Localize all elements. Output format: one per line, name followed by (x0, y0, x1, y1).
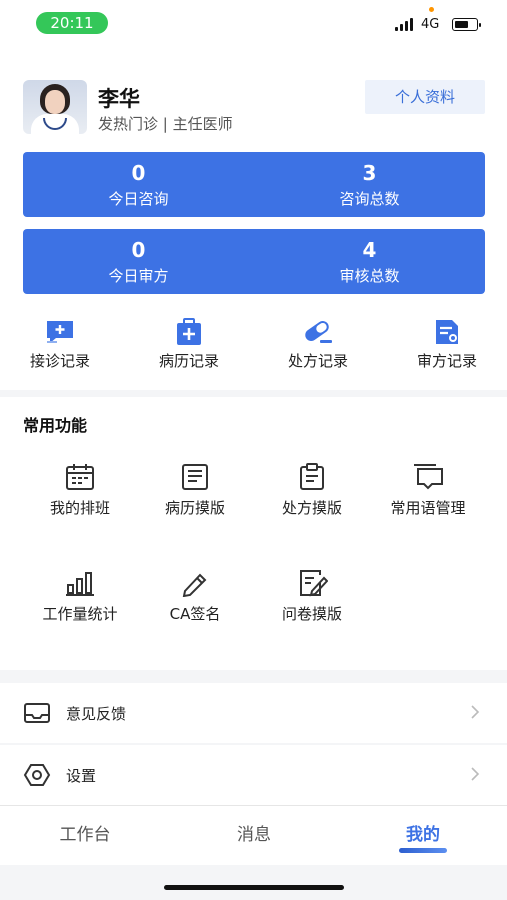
quick-action-label: 审方记录 (416, 352, 477, 370)
tab-messages[interactable]: 消息 (194, 820, 314, 845)
home-indicator-area (0, 865, 507, 900)
document-icon (182, 464, 208, 490)
chat-plus-icon (47, 321, 73, 343)
stat-value: 4 (362, 238, 377, 262)
feature-label: 病历摸版 (164, 499, 225, 517)
home-indicator[interactable] (164, 885, 344, 890)
chevron-right-icon (471, 705, 480, 719)
stat-total-consult[interactable]: 3 咨询总数 (254, 152, 485, 217)
stat-value: 0 (131, 161, 146, 185)
quick-action-medical-records[interactable]: 病历记录 (139, 318, 239, 378)
menu-label: 意见反馈 (66, 705, 127, 723)
review-stats-card: 0 今日审方 4 审核总数 (23, 229, 485, 294)
profile-header: 李华 发热门诊 | 主任医师 个人资料 0 今日咨询 3 咨询总数 0 今日审方… (0, 50, 507, 390)
feature-label: 问卷摸版 (281, 605, 342, 623)
review-document-icon (436, 320, 458, 344)
feature-label: 工作量统计 (42, 605, 118, 623)
quick-action-consult-records[interactable]: 接诊记录 (10, 318, 110, 378)
feature-ca-signature[interactable]: CA签名 (135, 569, 255, 629)
menu-label: 设置 (66, 767, 97, 785)
feature-label: 处方摸版 (281, 499, 342, 517)
feature-phrase-management[interactable]: 常用语管理 (368, 463, 488, 523)
settings-icon (23, 764, 51, 786)
consult-stats-card: 0 今日咨询 3 咨询总数 (23, 152, 485, 217)
bottom-tab-bar: 工作台 消息 我的 (0, 805, 507, 865)
network-type: 4G (421, 17, 440, 32)
doctor-name: 李华 (98, 87, 140, 111)
stat-value: 0 (131, 238, 146, 262)
stat-today-consult[interactable]: 0 今日咨询 (23, 152, 254, 217)
feature-prescription-template[interactable]: 处方摸版 (252, 463, 372, 523)
stat-label: 今日咨询 (108, 190, 169, 208)
doctor-department: 发热门诊 | 主任医师 (98, 115, 233, 133)
avatar[interactable] (23, 80, 87, 134)
feature-workload-stats[interactable]: 工作量统计 (20, 569, 140, 629)
calendar-icon (66, 464, 94, 490)
capsule-icon (305, 320, 332, 343)
feature-label: 常用语管理 (390, 499, 466, 517)
privacy-indicator-dot (429, 7, 434, 12)
tab-workbench[interactable]: 工作台 (25, 820, 145, 845)
edit-document-icon (300, 570, 328, 597)
tab-mine[interactable]: 我的 (363, 820, 483, 845)
feature-label: CA签名 (169, 605, 221, 623)
feature-record-template[interactable]: 病历摸版 (135, 463, 255, 523)
feature-questionnaire-template[interactable]: 问卷摸版 (252, 569, 372, 629)
section-title: 常用功能 (23, 416, 88, 435)
inbox-icon (24, 703, 50, 723)
signal-icon (395, 18, 415, 31)
menu-feedback[interactable]: 意见反馈 (0, 683, 507, 743)
feature-my-schedule[interactable]: 我的排班 (20, 463, 140, 523)
stat-today-review[interactable]: 0 今日审方 (23, 229, 254, 294)
feature-label: 我的排班 (49, 499, 110, 517)
medical-kit-icon (177, 318, 201, 345)
stat-label: 今日审方 (108, 267, 169, 285)
status-bar: 20:11 4G (0, 0, 507, 50)
message-bubble-icon (414, 464, 443, 490)
common-features-section: 常用功能 我的排班 病历摸版 处方摸版 常用语管理 工作量统计 CA签名 问卷摸… (0, 397, 507, 670)
chevron-right-icon (471, 767, 480, 781)
quick-action-label: 接诊记录 (29, 352, 90, 370)
quick-action-review-records[interactable]: 审方记录 (397, 318, 497, 378)
clipboard-icon (300, 463, 324, 490)
stat-value: 3 (362, 161, 377, 185)
status-time: 20:11 (36, 12, 108, 34)
quick-action-prescription-records[interactable]: 处方记录 (268, 318, 368, 378)
bar-chart-icon (66, 572, 94, 596)
profile-button[interactable]: 个人资料 (365, 80, 485, 114)
battery-icon (452, 18, 481, 31)
stat-label: 审核总数 (339, 267, 400, 285)
quick-action-label: 病历记录 (158, 352, 219, 370)
quick-action-label: 处方记录 (287, 352, 348, 370)
menu-settings[interactable]: 设置 (0, 745, 507, 805)
pen-icon (182, 573, 207, 597)
stat-label: 咨询总数 (339, 190, 400, 208)
stat-total-review[interactable]: 4 审核总数 (254, 229, 485, 294)
active-tab-indicator (399, 848, 447, 853)
